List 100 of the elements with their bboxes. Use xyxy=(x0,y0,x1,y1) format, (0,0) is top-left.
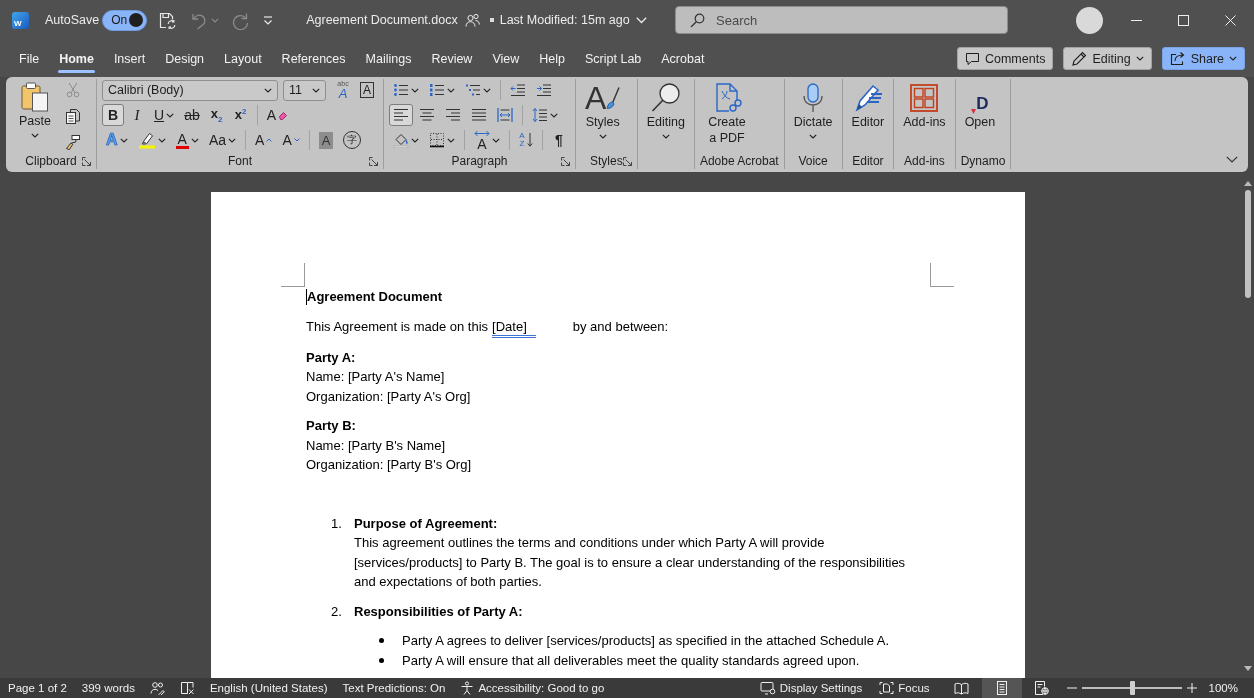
add-ins-button[interactable]: Add-ins xyxy=(899,79,950,154)
menu-tab[interactable]: Acrobat xyxy=(651,43,715,74)
user-avatar[interactable] xyxy=(1076,6,1103,34)
body-text: Organization: [Party A's Org] xyxy=(306,387,472,406)
autosave-toggle[interactable]: On xyxy=(102,9,148,31)
close-icon[interactable] xyxy=(1225,14,1236,26)
menu-tab[interactable]: Home xyxy=(49,43,104,74)
body-text: This Agreement is made on this xyxy=(306,317,489,336)
copy-icon[interactable] xyxy=(64,108,81,124)
dialog-launcher-icon[interactable] xyxy=(622,157,632,166)
party-heading: Party B: xyxy=(306,417,357,435)
zoom-in-icon[interactable] xyxy=(1186,683,1197,693)
accessibility-icon[interactable] xyxy=(460,681,475,695)
dialog-launcher-icon[interactable] xyxy=(561,157,570,166)
styles-button[interactable]: A Styles xyxy=(581,79,625,154)
subscript-button[interactable]: x$_{2}$ xyxy=(205,104,228,126)
focus-icon[interactable] xyxy=(879,681,895,695)
text-predictions-label[interactable]: Text Predictions: On xyxy=(342,682,446,694)
font-name-combobox[interactable]: Calibri (Body) xyxy=(102,79,278,101)
save-icon[interactable] xyxy=(158,10,178,30)
scrollbar-thumb[interactable] xyxy=(1245,190,1251,298)
menu-tab[interactable]: Design xyxy=(155,43,215,74)
group-label: Font xyxy=(228,154,252,169)
language-label[interactable]: English (United States) xyxy=(209,682,328,694)
underline-button[interactable]: U xyxy=(150,104,179,126)
speech-bubble-icon xyxy=(964,51,980,66)
list-number: 2. xyxy=(331,602,343,621)
group-label: Clipboard xyxy=(25,154,77,169)
superscript-button[interactable]: x$^{2}$ xyxy=(229,104,252,126)
italic-button[interactable]: I xyxy=(126,104,148,126)
font-size-combobox[interactable]: 11 xyxy=(283,79,326,101)
web-page-icon xyxy=(1034,681,1050,695)
character-border-button[interactable]: A xyxy=(356,79,378,101)
editing-mode-button[interactable]: Editing xyxy=(1063,47,1152,70)
editing-button[interactable]: Editing xyxy=(642,79,689,154)
paragraph-text: This agreement outlines the terms and conditions under which Party A will provide [services/products] to Party B. The goal is to ensure a clear understanding of the responsibilities and expectations of both parties. xyxy=(354,534,907,591)
share-button[interactable]: Share xyxy=(1161,47,1245,70)
group-label: Add-ins xyxy=(904,154,945,169)
bold-button[interactable]: B xyxy=(102,104,124,126)
paste-button[interactable]: Paste xyxy=(15,79,55,154)
caret-up-icon xyxy=(266,138,273,142)
search-field[interactable]: Search xyxy=(675,6,1008,34)
menu-tab[interactable]: View xyxy=(482,43,530,74)
last-modified-label[interactable]: Last Modified: 15m ago xyxy=(499,13,630,27)
display-settings-icon[interactable] xyxy=(759,681,776,695)
grow-font-button[interactable]: A xyxy=(251,129,277,151)
align-left-button[interactable] xyxy=(389,104,413,126)
strikethrough-button[interactable]: ab xyxy=(180,104,204,126)
borders-icon xyxy=(429,132,445,148)
display-settings-button[interactable]: Display Settings xyxy=(779,682,863,694)
comments-button[interactable]: Comments xyxy=(956,47,1054,70)
scroll-down-icon[interactable] xyxy=(1244,666,1252,671)
caret-icon xyxy=(312,87,320,93)
zoom-level[interactable]: 100% xyxy=(1208,682,1238,694)
chevron-down-icon[interactable] xyxy=(1226,156,1238,163)
search-icon xyxy=(690,13,705,28)
zoom-slider-thumb[interactable] xyxy=(1129,681,1135,695)
text-direction-button[interactable]: A xyxy=(470,129,504,151)
word-count[interactable]: 399 words xyxy=(81,682,135,694)
align-left-icon xyxy=(393,107,409,123)
list-item-text: Party A will ensure that all deliverables meet the quality standards agreed upon. xyxy=(402,651,860,670)
focus-button[interactable]: Focus xyxy=(898,682,930,694)
caret-down-icon xyxy=(293,138,300,142)
menu-tab[interactable]: Script Lab xyxy=(575,43,652,74)
clipboard-icon xyxy=(20,81,50,113)
menu-tab[interactable]: Layout xyxy=(214,43,272,74)
menu-tab[interactable]: Insert xyxy=(103,43,156,74)
dialog-launcher-icon[interactable] xyxy=(82,157,91,166)
menu-tab[interactable]: Mailings xyxy=(355,43,422,74)
paintbrush-icon[interactable] xyxy=(64,134,81,150)
document-title[interactable]: Agreement Document.docx xyxy=(306,13,458,27)
scroll-up-icon[interactable] xyxy=(1244,181,1252,186)
editor-button[interactable]: Editor xyxy=(847,79,889,154)
people-icon[interactable] xyxy=(464,13,480,27)
book-x-icon[interactable] xyxy=(179,681,195,695)
decrease-indent-icon xyxy=(510,82,526,98)
page-count[interactable]: Page 1 of 2 xyxy=(8,682,67,694)
show-marks-button[interactable]: ¶ xyxy=(548,129,570,151)
change-case-button[interactable]: Aa xyxy=(204,129,241,151)
menu-tab[interactable]: Review xyxy=(421,43,483,74)
body-text: by and between: xyxy=(572,317,669,336)
font-color-button[interactable]: A xyxy=(171,129,203,151)
group-label: Styles xyxy=(590,154,623,169)
clear-formatting-button[interactable]: A xyxy=(262,104,292,126)
dialog-launcher-icon[interactable] xyxy=(369,157,378,166)
create-pdf-button[interactable]: Create a PDF xyxy=(699,79,754,154)
open-button[interactable]: D Open xyxy=(960,79,1000,154)
dictate-button[interactable]: Dictate xyxy=(789,79,837,154)
menu-tab[interactable]: File xyxy=(9,43,50,74)
magnifier-icon xyxy=(649,82,682,114)
section-heading: Purpose of Agreement: xyxy=(354,514,499,533)
people-pencil-icon[interactable] xyxy=(149,681,165,695)
menu-tab[interactable]: References xyxy=(271,43,356,74)
date-field[interactable]: [Date] xyxy=(492,317,536,338)
customize-icon[interactable] xyxy=(262,14,275,26)
shrink-font-button[interactable]: A xyxy=(278,129,304,151)
print-layout-button[interactable] xyxy=(981,678,1022,698)
menu-tab[interactable]: Help xyxy=(529,43,575,74)
maximize-icon[interactable] xyxy=(1178,14,1189,26)
accessibility-label[interactable]: Accessibility: Good to go xyxy=(478,682,605,694)
